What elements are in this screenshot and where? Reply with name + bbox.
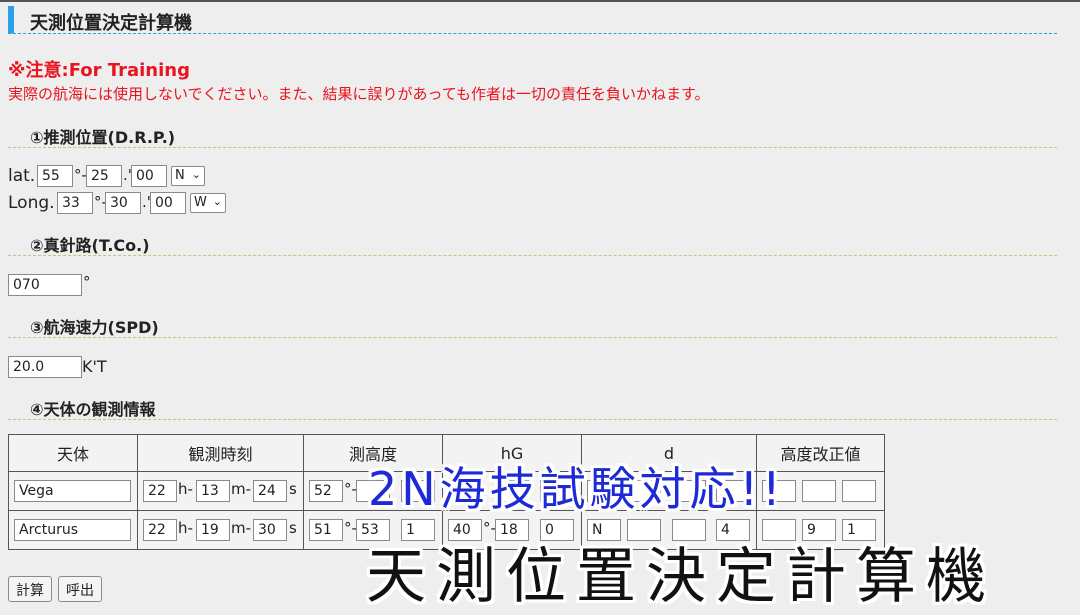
alt-degree-symbol: °- (344, 480, 357, 498)
alt-degree-input[interactable]: 51 (309, 519, 343, 541)
warning-title: ※注意:For Training (8, 60, 190, 81)
warning-text: 実際の航海には使用しないでください。また、結果に誤りがあっても作者は一切の責任を… (8, 85, 710, 103)
speed-input[interactable]: 20.0 (8, 356, 82, 378)
lat-degree-symbol: °- (74, 166, 87, 184)
course-unit: ° (83, 273, 91, 291)
long-hemisphere-select[interactable]: W ⌄ (190, 193, 226, 213)
second-input[interactable]: 24 (253, 480, 287, 502)
long-decimal-input[interactable]: 00 (150, 192, 186, 214)
section-speed: ③航海速力(SPD) (8, 314, 1057, 338)
minute-input[interactable]: 13 (196, 480, 230, 502)
lat-decimal-input[interactable]: 00 (131, 165, 167, 187)
promo-caption-title: 天測位置決定計算機 (366, 542, 996, 612)
long-hemisphere-value: W (194, 195, 207, 210)
second-label: s (289, 480, 297, 498)
alt-degree-symbol: °- (344, 519, 357, 537)
minute-label: m- (231, 519, 252, 537)
speed-unit: K'T (82, 357, 107, 376)
cell-time: 22 h- 13 m- 24 s (137, 471, 304, 511)
corr-minute-input[interactable] (802, 480, 836, 502)
hour-label: h- (178, 480, 193, 498)
section-observation: ④天体の観測情報 (8, 396, 1057, 420)
hour-input[interactable]: 22 (143, 519, 177, 541)
section-observation-heading: ④天体の観測情報 (30, 400, 156, 419)
minute-label: m- (231, 480, 252, 498)
course-input[interactable]: 070 (8, 274, 82, 296)
cell-time: 22 h- 19 m- 30 s (137, 510, 304, 550)
section-speed-heading: ③航海速力(SPD) (30, 318, 159, 337)
col-body: 天体 (8, 434, 138, 472)
chevron-down-icon: ⌄ (191, 168, 201, 181)
section-course-heading: ②真針路(T.Co.) (30, 236, 150, 255)
cell-body: Vega (8, 471, 138, 511)
section-drp-heading: ①推測位置(D.R.P.) (30, 128, 176, 147)
col-time: 観測時刻 (137, 434, 304, 472)
section-course: ②真針路(T.Co.) (8, 232, 1057, 256)
hour-label: h- (178, 519, 193, 537)
lat-degree-input[interactable]: 55 (37, 165, 73, 187)
long-degree-input[interactable]: 33 (57, 192, 93, 214)
long-label: Long. (8, 193, 55, 213)
recall-button[interactable]: 呼出 (58, 576, 102, 602)
lat-minute-input[interactable]: 25 (86, 165, 122, 187)
lat-hemisphere-select[interactable]: N ⌄ (171, 166, 205, 186)
long-minute-input[interactable]: 30 (105, 192, 141, 214)
page-title: 天測位置決定計算機 (8, 6, 1057, 34)
alt-degree-input[interactable]: 52 (309, 480, 343, 502)
top-border (0, 0, 1080, 2)
section-drp: ①推測位置(D.R.P.) (8, 124, 1057, 148)
body-name-input[interactable]: Vega (14, 480, 131, 502)
hour-input[interactable]: 22 (143, 480, 177, 502)
lat-hemisphere-value: N (175, 168, 185, 183)
second-label: s (289, 519, 297, 537)
calculate-button[interactable]: 計算 (8, 576, 52, 602)
cell-body: Arcturus (8, 510, 138, 550)
promo-caption-exam: 2N海技試験対応!! (368, 462, 785, 516)
lat-label: lat. (8, 166, 36, 186)
chevron-down-icon: ⌄ (212, 195, 222, 208)
second-input[interactable]: 30 (253, 519, 287, 541)
page-title-text: 天測位置決定計算機 (30, 13, 192, 34)
minute-input[interactable]: 19 (196, 519, 230, 541)
corr-decimal-input[interactable] (842, 480, 876, 502)
body-name-input[interactable]: Arcturus (14, 519, 131, 541)
